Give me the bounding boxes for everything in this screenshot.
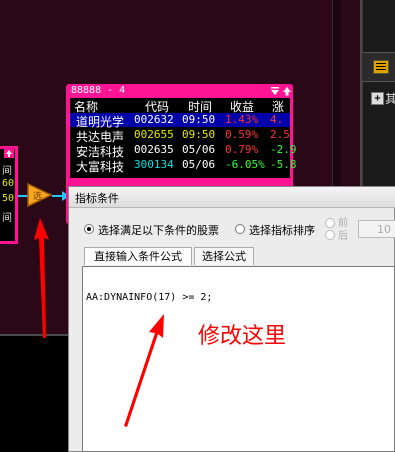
sort-count-input[interactable]: 10 (358, 220, 395, 238)
left-widget-header: 间 (2, 166, 12, 177)
radio-front[interactable] (325, 218, 335, 228)
annotation-arrow-up (34, 218, 49, 338)
tab-select-formula[interactable]: 选择公式 (194, 247, 254, 265)
stock-extra-cell: -5.8 (270, 158, 297, 171)
radio-satisfy-label[interactable]: 选择满足以下条件的股票 (98, 222, 219, 238)
left-widget-header: 间 (2, 213, 12, 224)
annotation-arrow-formula (124, 314, 164, 427)
dialog-title: 指标条件 (75, 192, 119, 205)
radio-after[interactable] (325, 230, 335, 240)
condition-node-icon[interactable]: 选 (27, 182, 53, 208)
stock-gain-cell: 0.79% (225, 143, 259, 156)
stock-code-cell: 002635 (134, 143, 174, 156)
up-arrow-icon[interactable] (4, 148, 14, 158)
stock-time-cell: 05/06 (182, 143, 216, 156)
stock-extra-cell: 2.5 (270, 128, 290, 141)
tab-direct-formula[interactable]: 直接输入条件公式 (84, 247, 192, 265)
stock-extra-cell: 4. (270, 113, 284, 126)
stock-time-cell: 05/06 (182, 158, 216, 171)
stock-code-cell: 300134 (134, 158, 174, 171)
svg-text:选: 选 (33, 190, 42, 202)
stock-extra-cell: -2.9 (270, 143, 297, 156)
radio-sort-label[interactable]: 选择指标排序 (249, 222, 315, 238)
list-icon[interactable] (373, 60, 389, 74)
stock-gain-cell: 0.59% (225, 128, 259, 141)
left-widget-value: 50 (2, 193, 15, 204)
formula-text[interactable]: AA:DYNAINFO(17) >= 2; (86, 292, 212, 303)
dropdown-icon[interactable] (270, 86, 280, 96)
stock-gain-cell: -6.05% (225, 158, 265, 171)
sort-after-label: 后 (338, 231, 348, 242)
stock-time-cell: 09:50 (182, 128, 216, 141)
up-arrow-icon[interactable] (282, 86, 292, 96)
stock-code-cell: 002632 (134, 113, 174, 126)
left-widget-value: 60 (2, 178, 15, 189)
stock-gain-cell: 1.43% (225, 113, 259, 126)
annotation-text: 修改这里 (198, 324, 287, 349)
stock-time-cell: 09:50 (182, 113, 216, 126)
right-panel-label: 其 (385, 92, 395, 106)
radio-indicator-sort[interactable] (235, 224, 245, 234)
stock-code-cell: 002655 (134, 128, 174, 141)
stock-widget-title: 88888 - 4 (71, 85, 126, 96)
radio-satisfy-condition[interactable] (84, 224, 94, 234)
stock-name-cell: 大富科技 (76, 160, 125, 174)
expand-plus-icon[interactable]: + (371, 92, 384, 105)
